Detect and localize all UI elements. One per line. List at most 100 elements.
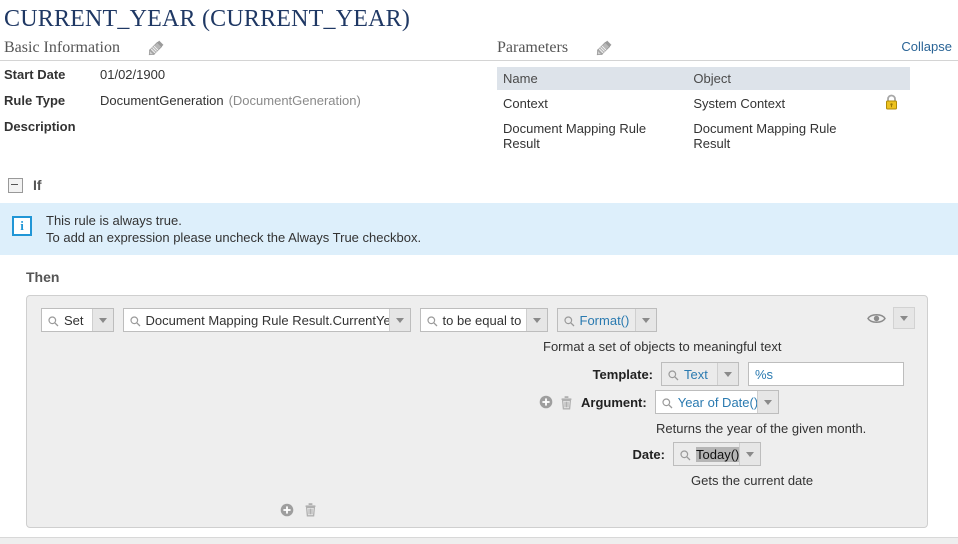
preview-controls bbox=[867, 307, 915, 329]
chevron-down-icon[interactable] bbox=[388, 309, 410, 331]
cell-object: System Context bbox=[693, 96, 786, 111]
cell-object: Document Mapping Rule Result bbox=[693, 121, 837, 151]
field-label: Description bbox=[4, 119, 76, 134]
field-label: Start Date bbox=[4, 67, 66, 82]
argument-icon-buttons bbox=[539, 395, 573, 410]
date-value: Today() bbox=[696, 446, 739, 462]
target-value: Document Mapping Rule Result.CurrentYear bbox=[145, 312, 389, 328]
date-row: Date: Today() bbox=[27, 440, 927, 468]
table-header-row: Name Object bbox=[497, 67, 910, 90]
search-icon bbox=[668, 369, 679, 380]
info-banner: i This rule is always true. To add an ex… bbox=[0, 203, 958, 255]
function-description: Format a set of objects to meaningful te… bbox=[543, 338, 782, 354]
field-value: 01/02/1900 bbox=[100, 67, 166, 82]
add-circle-icon[interactable] bbox=[280, 503, 294, 517]
parameters-heading: Parameters bbox=[497, 39, 569, 56]
pencil-icon[interactable] bbox=[594, 39, 614, 57]
action-panel: Set Document Mapping Rule Result.Current… bbox=[26, 295, 928, 528]
field-value: DocumentGeneration bbox=[100, 93, 224, 108]
function-value: Format() bbox=[579, 312, 630, 328]
chevron-down-icon[interactable] bbox=[634, 309, 656, 331]
function-dropdown[interactable]: Format() bbox=[556, 308, 657, 332]
search-icon bbox=[680, 449, 691, 460]
template-type-value-wrap: Text bbox=[662, 363, 717, 385]
summary-area: Basic Information Start Date 01/02/1900 … bbox=[0, 39, 958, 167]
chevron-down-icon[interactable] bbox=[756, 391, 778, 413]
add-circle-icon[interactable] bbox=[539, 395, 553, 409]
trash-icon[interactable] bbox=[560, 395, 573, 410]
template-label: Template: bbox=[592, 366, 653, 382]
argument-value: Year of Date() bbox=[677, 394, 757, 410]
date-dropdown[interactable]: Today() bbox=[673, 442, 761, 466]
basic-information-header: Basic Information bbox=[4, 39, 474, 57]
chevron-down-icon[interactable] bbox=[739, 443, 760, 465]
template-row: Template: Text bbox=[27, 360, 927, 388]
template-type-value: Text bbox=[684, 366, 708, 382]
eye-icon[interactable] bbox=[867, 312, 886, 325]
lock-icon bbox=[884, 94, 899, 113]
if-label: If bbox=[33, 177, 42, 193]
panel-footer-controls bbox=[27, 502, 927, 517]
argument-description: Returns the year of the given month. bbox=[656, 420, 867, 436]
chevron-down-icon[interactable] bbox=[525, 309, 547, 331]
date-value-inner: Today() bbox=[674, 443, 739, 465]
basic-information-block: Basic Information Start Date 01/02/1900 … bbox=[4, 39, 474, 145]
column-header-name: Name bbox=[497, 67, 688, 90]
search-icon bbox=[129, 315, 141, 326]
search-icon bbox=[563, 315, 575, 326]
chevron-down-icon[interactable] bbox=[717, 363, 738, 385]
column-header-lock bbox=[872, 67, 910, 90]
field-label: Rule Type bbox=[4, 93, 66, 108]
operator-value-wrap: to be equal to bbox=[420, 309, 526, 331]
chevron-down-icon[interactable] bbox=[893, 307, 915, 329]
cell-lock bbox=[873, 117, 910, 155]
date-value-wrap: Today() bbox=[673, 442, 761, 466]
argument-dropdown[interactable]: Year of Date() bbox=[654, 390, 779, 414]
info-banner-text: This rule is always true. To add an expr… bbox=[46, 212, 421, 246]
action-expression-row: Set Document Mapping Rule Result.Current… bbox=[27, 308, 927, 332]
field-description: Description bbox=[4, 119, 474, 145]
argument-value-wrap: Year of Date() bbox=[654, 390, 779, 414]
argument-value-inner: Year of Date() bbox=[655, 391, 757, 413]
field-rule-type: Rule Type DocumentGeneration (DocumentGe… bbox=[4, 93, 474, 119]
column-header-object: Object bbox=[687, 67, 873, 90]
trash-icon[interactable] bbox=[304, 502, 317, 517]
table-row[interactable]: Context System Context bbox=[497, 90, 910, 117]
search-icon bbox=[426, 315, 438, 326]
cell-name: Context bbox=[503, 96, 548, 111]
search-icon bbox=[48, 315, 59, 326]
date-label: Date: bbox=[632, 446, 665, 462]
target-dropdown[interactable]: Document Mapping Rule Result.CurrentYear bbox=[122, 308, 411, 332]
operation-value: Set bbox=[64, 312, 84, 328]
template-type-dropdown[interactable]: Text bbox=[661, 362, 739, 386]
info-banner-line1: This rule is always true. bbox=[46, 213, 182, 228]
table-row[interactable]: Document Mapping Rule Result Document Ma… bbox=[497, 117, 910, 155]
operation-value-wrap: Set bbox=[42, 309, 92, 331]
date-description-line: Gets the current date bbox=[27, 468, 927, 492]
collapse-minus-icon[interactable] bbox=[8, 177, 23, 193]
chevron-down-icon[interactable] bbox=[91, 309, 113, 331]
date-description: Gets the current date bbox=[691, 472, 814, 488]
parameters-block: Parameters Name Object Context System Co… bbox=[497, 39, 952, 155]
target-value-wrap: Document Mapping Rule Result.CurrentYear bbox=[123, 309, 389, 331]
template-type-wrap: Text bbox=[661, 362, 739, 386]
if-section-header: If bbox=[0, 167, 958, 203]
operator-dropdown[interactable]: to be equal to bbox=[419, 308, 548, 332]
then-label: Then bbox=[26, 269, 60, 285]
pencil-icon[interactable] bbox=[146, 39, 166, 57]
parameters-header: Parameters bbox=[497, 39, 952, 57]
template-input[interactable] bbox=[748, 362, 904, 386]
basic-information-heading: Basic Information bbox=[4, 39, 120, 56]
argument-label: Argument: bbox=[581, 394, 647, 410]
basic-information-fields: Start Date 01/02/1900 Rule Type Document… bbox=[4, 67, 474, 145]
field-start-date: Start Date 01/02/1900 bbox=[4, 67, 474, 93]
parameters-table: Name Object Context System Context Docum… bbox=[497, 67, 910, 155]
argument-description-line: Returns the year of the given month. bbox=[27, 416, 927, 440]
argument-row: Argument: Year of Date() bbox=[27, 388, 927, 416]
cell-lock bbox=[873, 90, 910, 117]
function-value-wrap: Format() bbox=[557, 309, 635, 331]
info-banner-line2: To add an expression please uncheck the … bbox=[46, 230, 422, 245]
operation-dropdown[interactable]: Set bbox=[41, 308, 114, 332]
operator-value: to be equal to bbox=[442, 312, 522, 328]
horizontal-scrollbar[interactable] bbox=[0, 537, 958, 544]
